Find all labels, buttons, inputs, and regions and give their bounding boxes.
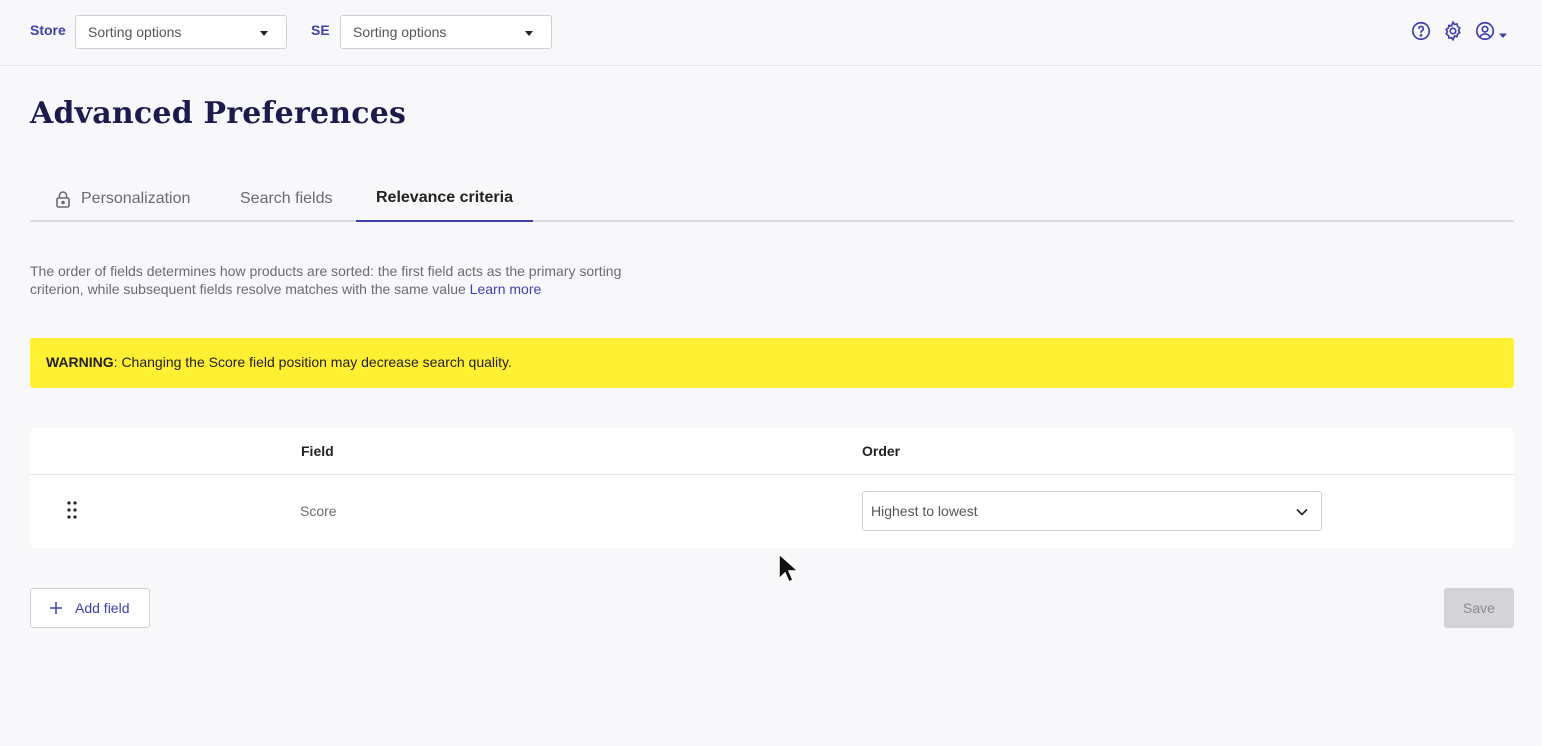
header-divider [30, 474, 1514, 475]
order-select-value: Highest to lowest [871, 503, 978, 519]
add-field-button[interactable]: Add field [30, 588, 150, 628]
tab-label: Search fields [240, 190, 333, 207]
help-circle-icon[interactable] [1410, 20, 1432, 42]
plus-icon [50, 602, 62, 614]
description-line2: criterion, while subsequent fields resol… [30, 281, 466, 297]
description: The order of fields determines how produ… [30, 262, 650, 298]
field-cell: Score [300, 503, 337, 519]
order-select[interactable]: Highest to lowest [862, 491, 1322, 531]
add-field-label: Add field [75, 600, 130, 616]
tab-label: Personalization [81, 190, 191, 207]
tab-label: Relevance criteria [376, 189, 513, 206]
warning-text: : Changing the Score field position may … [113, 354, 512, 370]
user-circle-icon[interactable] [1474, 20, 1496, 42]
mouse-cursor-icon [778, 552, 800, 584]
warning-prefix: WARNING [46, 354, 114, 370]
lock-icon [56, 191, 70, 208]
relevance-table: Field Order Score Highest to lowest [30, 428, 1514, 548]
caret-down-icon [260, 31, 268, 36]
warning-banner: WARNING: Changing the Score field positi… [30, 338, 1514, 388]
page-title: Advanced Preferences [30, 96, 407, 131]
store-sorting-select[interactable]: Sorting options [75, 15, 287, 49]
save-button[interactable]: Save [1444, 588, 1514, 628]
tab-personalization[interactable]: Personalization [55, 176, 190, 222]
learn-more-link[interactable]: Learn more [470, 281, 542, 297]
store-label: Store [30, 22, 66, 38]
chevron-down-icon [1296, 508, 1308, 516]
drag-handle-icon[interactable] [65, 500, 79, 520]
tab-search-fields[interactable]: Search fields [240, 176, 333, 222]
se-label: SE [311, 22, 330, 38]
store-sorting-select-value: Sorting options [88, 24, 182, 40]
top-bar: Store Sorting options SE Sorting options [0, 0, 1542, 66]
gear-icon[interactable] [1442, 20, 1464, 42]
caret-down-icon[interactable] [1498, 27, 1508, 38]
tab-bar: Personalization Search fields Relevance … [30, 176, 1514, 222]
field-column-header: Field [301, 443, 334, 459]
description-line1: The order of fields determines how produ… [30, 263, 622, 279]
caret-down-icon [525, 31, 533, 36]
se-sorting-select[interactable]: Sorting options [340, 15, 552, 49]
order-column-header: Order [862, 443, 901, 459]
tab-relevance-criteria[interactable]: Relevance criteria [356, 176, 533, 222]
se-sorting-select-value: Sorting options [353, 24, 447, 40]
